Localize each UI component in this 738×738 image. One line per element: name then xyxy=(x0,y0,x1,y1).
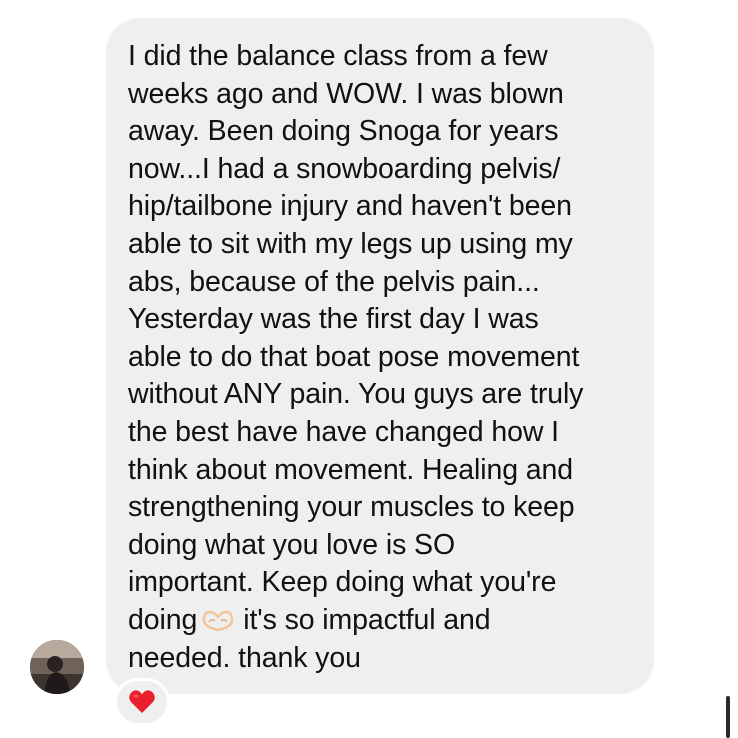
message-line: able to sit with my legs up using my xyxy=(128,227,573,260)
message-line: away. Been doing Snoga for years xyxy=(128,115,559,148)
message-line: doing what you love is SO xyxy=(128,528,456,561)
message-text: I did the balance class from a few weeks… xyxy=(128,38,630,677)
red-heart-icon xyxy=(129,690,155,713)
message-fragment: doing xyxy=(128,603,198,636)
message-line: the best have have changed how I xyxy=(128,415,559,448)
message-fragment: it's so impactful and xyxy=(243,603,491,636)
heart-reaction[interactable] xyxy=(114,678,170,726)
message-line-with-emoji: doing it's so impactful and xyxy=(128,602,630,640)
message-line: hip/tailbone injury and haven't been xyxy=(128,190,572,223)
message-line: I did the balance class from a few xyxy=(128,40,548,72)
heart-hands-icon xyxy=(201,605,235,632)
message-line: now...I had a snowboarding pelvis/ xyxy=(128,152,561,185)
message-line: weeks ago and WOW. I was blown xyxy=(128,77,564,110)
avatar-photo xyxy=(30,640,84,694)
avatar[interactable] xyxy=(30,640,84,694)
message-line: abs, because of the pelvis pain... xyxy=(128,265,540,298)
message-line: able to do that boat pose movement xyxy=(128,340,580,373)
message-line: strengthening your muscles to keep xyxy=(128,491,575,524)
message-line: needed. thank you xyxy=(128,641,361,674)
message-line: think about movement. Healing and xyxy=(128,453,574,486)
message-bubble[interactable]: I did the balance class from a few weeks… xyxy=(106,18,654,694)
message-line: important. Keep doing what you're xyxy=(128,566,557,599)
message-line: Yesterday was the first day I was xyxy=(128,303,539,336)
conversation-view: I did the balance class from a few weeks… xyxy=(0,0,738,738)
scrollbar[interactable] xyxy=(726,696,730,738)
message-line: without ANY pain. You guys are truly xyxy=(128,378,584,411)
